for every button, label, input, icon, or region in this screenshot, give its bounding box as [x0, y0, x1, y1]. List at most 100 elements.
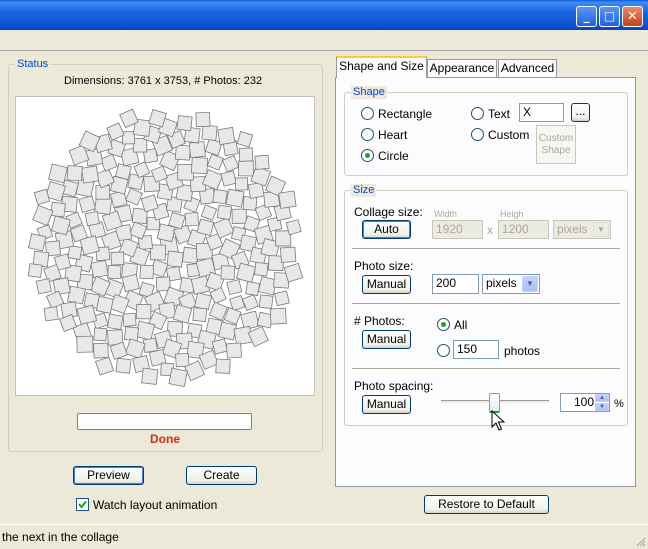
- photo-unit-value: pixels: [486, 276, 517, 290]
- collage-photo-thumbnail: [166, 250, 184, 268]
- collage-photo-thumbnail: [139, 264, 155, 280]
- collage-photo-thumbnail: [80, 165, 100, 184]
- collage-photo-thumbnail: [258, 294, 274, 310]
- chevron-down-icon[interactable]: ▼: [522, 276, 538, 292]
- rectangle-radio[interactable]: [361, 107, 374, 120]
- text-radio[interactable]: [471, 107, 484, 120]
- collage-photo-thumbnail: [27, 263, 43, 278]
- heart-label: Heart: [378, 128, 408, 142]
- custom-shape-button[interactable]: Custom Shape: [536, 125, 576, 164]
- collage-photo-thumbnail: [141, 367, 159, 385]
- custom-shape-line-2: Shape: [541, 145, 571, 156]
- shape-group-title: Shape: [351, 86, 387, 99]
- collage-photo-thumbnail: [50, 201, 66, 218]
- collage-photo-thumbnail: [220, 170, 237, 187]
- custom-radio[interactable]: [471, 128, 484, 141]
- shape-text-input[interactable]: X: [519, 103, 564, 122]
- photos-count-label: # Photos:: [354, 314, 405, 328]
- photos-count-manual-button[interactable]: Manual: [362, 330, 411, 349]
- collage-photo-thumbnail: [93, 342, 109, 359]
- collage-photo-thumbnail: [211, 338, 229, 355]
- collage-photo-thumbnail: [247, 325, 269, 348]
- divider: [352, 248, 620, 250]
- collage-photo-thumbnail: [32, 204, 54, 227]
- collage-size-label: Collage size:: [354, 205, 423, 219]
- spin-down-icon[interactable]: ▼: [595, 403, 609, 411]
- collage-photo-thumbnail: [242, 196, 258, 211]
- spin-up-icon[interactable]: ▲: [595, 394, 609, 402]
- photo-count-radio[interactable]: [437, 344, 450, 357]
- photo-count-input[interactable]: 150: [453, 340, 499, 359]
- watch-animation-label: Watch layout animation: [93, 498, 218, 512]
- collage-photo-thumbnail: [217, 126, 236, 146]
- rectangle-label: Rectangle: [378, 107, 433, 121]
- collage-photo-thumbnail: [93, 327, 108, 342]
- collage-photo-thumbnail: [216, 204, 232, 220]
- tab-appearance[interactable]: Appearance: [427, 59, 497, 78]
- collage-photo-thumbnail: [269, 307, 287, 325]
- maximize-button[interactable]: □: [599, 6, 620, 27]
- minimize-button[interactable]: _: [576, 6, 597, 27]
- collage-photo-thumbnail: [253, 261, 269, 277]
- collage-photo-thumbnail: [107, 313, 124, 331]
- collage-photo-thumbnail: [132, 138, 148, 153]
- dimensions-text: Dimensions: 3761 x 3753, # Photos: 232: [64, 75, 263, 87]
- width-label: Width: [434, 209, 458, 219]
- collage-photo-thumbnail: [234, 177, 249, 191]
- collage-photo-thumbnail: [122, 312, 137, 327]
- collage-photo-thumbnail: [212, 188, 228, 205]
- collage-photo-thumbnail: [174, 144, 191, 161]
- collage-photo-thumbnail: [67, 285, 86, 305]
- status-group-title: Status: [15, 58, 51, 71]
- collage-photo-thumbnail: [115, 357, 132, 374]
- size-group-title: Size: [351, 184, 377, 197]
- resize-grip-icon[interactable]: [636, 537, 646, 547]
- collage-photo-thumbnail: [273, 290, 290, 307]
- photos-word-label: photos: [504, 344, 541, 358]
- collage-width-input[interactable]: 1920: [432, 220, 483, 239]
- collage-photo-thumbnail: [176, 115, 193, 132]
- circle-radio[interactable]: [361, 149, 374, 162]
- collage-photo-thumbnail: [278, 190, 297, 209]
- collage-photo-thumbnail: [107, 264, 122, 280]
- tab-advanced[interactable]: Advanced: [498, 59, 557, 78]
- collage-height-input[interactable]: 1200: [498, 220, 549, 239]
- collage-photo-thumbnail: [245, 281, 261, 297]
- collage-photo-thumbnail: [226, 279, 243, 296]
- collage-photo-thumbnail: [114, 163, 132, 181]
- collage-photo-thumbnail: [136, 304, 152, 320]
- text-options-button[interactable]: ...: [571, 103, 590, 122]
- checkmark-icon: [78, 500, 87, 509]
- collage-photo-thumbnail: [124, 338, 146, 359]
- collage-photo-thumbnail: [76, 335, 94, 353]
- height-label: Heigh: [500, 209, 524, 219]
- photo-size-input[interactable]: 200: [432, 274, 479, 294]
- photo-spacing-label: Photo spacing:: [354, 379, 434, 393]
- photo-size-manual-button[interactable]: Manual: [362, 275, 411, 294]
- photo-size-label: Photo size:: [354, 259, 414, 273]
- collage-photo-thumbnail: [35, 278, 52, 295]
- photo-spacing-manual-button[interactable]: Manual: [362, 395, 411, 414]
- collage-photo-thumbnail: [235, 262, 257, 283]
- collage-photo-thumbnail: [241, 294, 259, 312]
- collage-photo-thumbnail: [76, 304, 98, 326]
- collage-photo-thumbnail: [200, 204, 218, 221]
- divider: [352, 368, 620, 370]
- collage-size-auto-button[interactable]: Auto: [362, 220, 411, 239]
- heart-radio[interactable]: [361, 128, 374, 141]
- watch-animation-checkbox[interactable]: [76, 498, 89, 511]
- minimize-icon: _: [583, 9, 590, 23]
- tab-shape-and-size[interactable]: Shape and Size: [336, 56, 427, 78]
- collage-photo-thumbnail: [184, 211, 200, 227]
- collage-photo-thumbnail: [78, 195, 97, 213]
- collage-photo-thumbnail: [121, 131, 136, 145]
- collage-photo-thumbnail: [192, 307, 208, 322]
- create-button[interactable]: Create: [186, 466, 257, 485]
- done-text: Done: [150, 432, 180, 446]
- close-button[interactable]: ✕: [622, 6, 643, 27]
- collage-photo-thumbnail: [201, 124, 218, 141]
- restore-default-button[interactable]: Restore to Default: [424, 495, 549, 514]
- preview-button[interactable]: Preview: [73, 466, 144, 485]
- collage-photo-thumbnail: [194, 292, 213, 311]
- all-photos-radio[interactable]: [437, 318, 450, 331]
